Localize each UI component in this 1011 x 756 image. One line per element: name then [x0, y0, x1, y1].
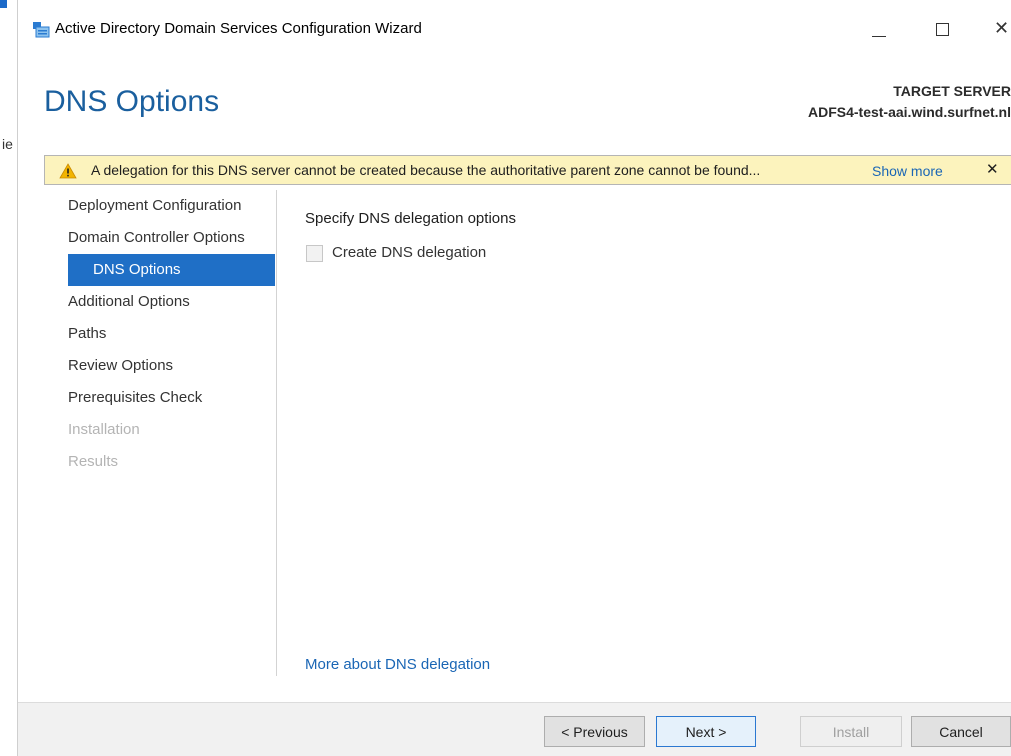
window-left-border [17, 0, 18, 756]
target-server-name: ADFS4-test-aai.wind.surfnet.nl [807, 104, 1011, 120]
nav-item-deployment-configuration[interactable]: Deployment Configuration [68, 190, 276, 222]
nav-item-paths[interactable]: Paths [68, 318, 276, 350]
more-about-dns-delegation-link[interactable]: More about DNS delegation [305, 656, 490, 673]
nav-item-additional-options[interactable]: Additional Options [68, 286, 276, 318]
dismiss-warning-button[interactable]: ✕ [986, 160, 999, 178]
install-button: Install [800, 716, 902, 747]
nav-item-results: Results [68, 453, 119, 470]
warning-icon [59, 163, 77, 179]
nav-item-prerequisites-check[interactable]: Prerequisites Check [68, 382, 276, 414]
create-dns-delegation-label[interactable]: Create DNS delegation [332, 244, 486, 261]
ad-wizard-icon [33, 22, 50, 38]
page-title: DNS Options [44, 85, 220, 118]
nav-item-installation: Installation [68, 421, 140, 438]
target-server-label: TARGET SERVER [893, 83, 1011, 99]
nav-item-review-options[interactable]: Review Options [68, 350, 276, 382]
minimize-button[interactable] [866, 14, 894, 42]
previous-button[interactable]: < Previous [544, 716, 645, 747]
background-app-indicator [0, 0, 7, 8]
wizard-nav: Deployment Configuration Domain Controll… [68, 190, 276, 478]
warning-message: A delegation for this DNS server cannot … [91, 162, 761, 178]
close-window-button[interactable]: ✕ [994, 14, 1011, 42]
nav-item-domain-controller-options[interactable]: Domain Controller Options [68, 222, 276, 254]
title-bar: Active Directory Domain Services Configu… [18, 0, 1011, 55]
create-dns-delegation-checkbox[interactable] [306, 245, 323, 262]
nav-item-dns-options[interactable]: DNS Options [68, 254, 275, 286]
background-window-strip [0, 0, 17, 756]
next-button[interactable]: Next > [656, 716, 756, 747]
background-partial-text: ie [2, 136, 13, 152]
maximize-button[interactable] [930, 14, 958, 42]
nav-divider [276, 190, 277, 676]
cancel-button[interactable]: Cancel [911, 716, 1011, 747]
dns-delegation-heading: Specify DNS delegation options [305, 210, 516, 227]
warning-banner: A delegation for this DNS server cannot … [44, 155, 1011, 185]
window-title: Active Directory Domain Services Configu… [55, 20, 422, 37]
show-more-link[interactable]: Show more [872, 163, 943, 179]
